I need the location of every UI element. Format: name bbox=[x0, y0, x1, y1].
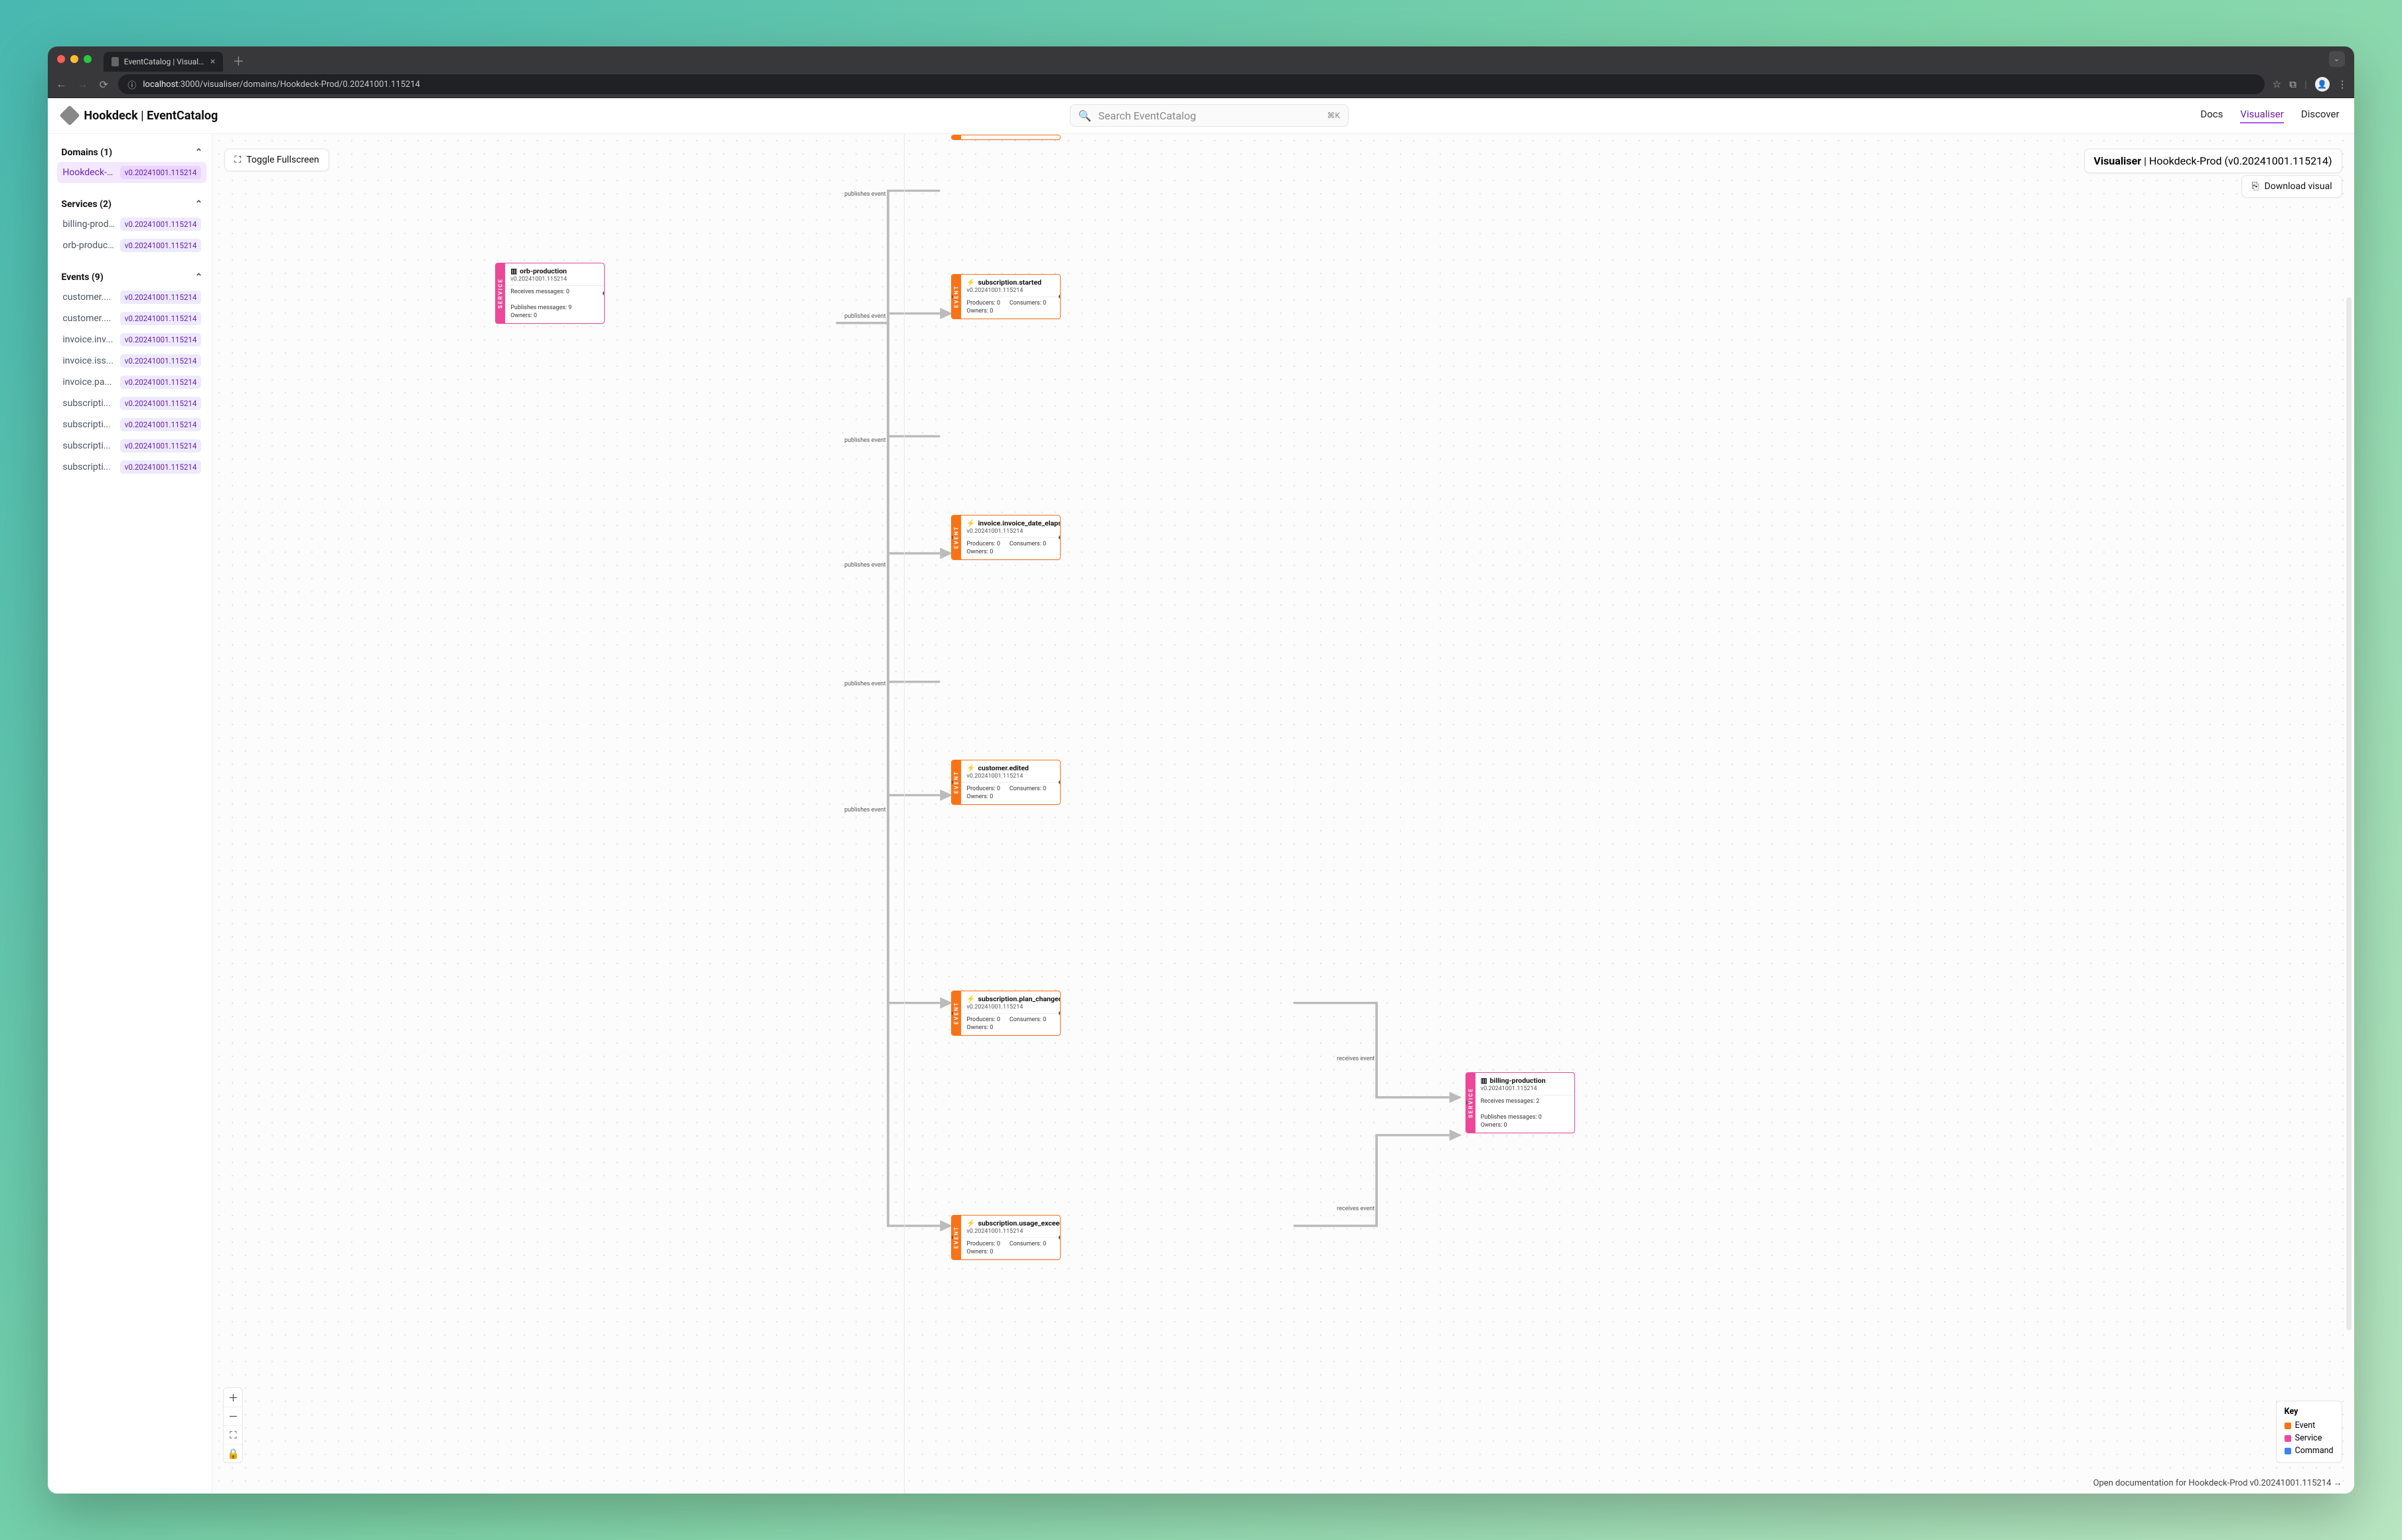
scrollbar[interactable] bbox=[2346, 297, 2352, 1331]
edge-label: receives event bbox=[1337, 1056, 1375, 1062]
bolt-icon: ⚡ bbox=[966, 1219, 975, 1227]
browser-menu-icon[interactable]: ⋮ bbox=[2338, 78, 2348, 90]
bolt-icon: ⚡ bbox=[966, 995, 975, 1003]
fit-view-button[interactable]: ⛶ bbox=[224, 1425, 242, 1444]
bolt-icon: ⚡ bbox=[966, 519, 975, 527]
sidebar-event[interactable]: invoice.inv...v0.20241001.115214 bbox=[57, 329, 206, 350]
sidebar-event[interactable]: subscripti...v0.20241001.115214 bbox=[57, 414, 206, 435]
sidebar-group-events[interactable]: Events (9) ⌃ bbox=[57, 268, 206, 287]
sidebar-service-orb[interactable]: orb-production v0.20241001.115214 bbox=[57, 235, 206, 256]
download-icon: ⎘ bbox=[2251, 181, 2259, 192]
node-service-billing-production[interactable]: SERVICE ▥billing-production v0.20241001.… bbox=[1465, 1072, 1575, 1133]
search-icon: 🔍 bbox=[1079, 109, 1092, 122]
edge-label: publishes event bbox=[844, 681, 885, 687]
sidebar-event[interactable]: subscripti...v0.20241001.115214 bbox=[57, 435, 206, 456]
top-nav: Docs Visualiser Discover bbox=[2200, 108, 2339, 123]
database-icon: ▥ bbox=[1481, 1076, 1487, 1085]
search-input[interactable]: 🔍 Search EventCatalog ⌘K bbox=[1070, 104, 1349, 127]
version-badge: v0.20241001.115214 bbox=[120, 166, 202, 179]
node-event-customer-edited[interactable]: EVENT ⚡customer.edited v0.20241001.11521… bbox=[951, 760, 1061, 805]
zoom-in-button[interactable]: ＋ bbox=[224, 1388, 242, 1407]
sidebar-service-billing[interactable]: billing-production v0.20241001.115214 bbox=[57, 214, 206, 235]
fullscreen-icon: ⛶ bbox=[234, 155, 241, 165]
lock-button[interactable]: 🔒 bbox=[224, 1444, 242, 1462]
sidebar-event[interactable]: customer....v0.20241001.115214 bbox=[57, 287, 206, 308]
site-info-icon[interactable]: ⓘ bbox=[127, 78, 136, 91]
tabs-overflow-button[interactable]: ⌄ bbox=[2329, 51, 2345, 67]
bolt-icon: ⚡ bbox=[966, 764, 975, 772]
chevron-up-icon: ⌃ bbox=[195, 272, 203, 283]
bookmark-icon[interactable]: ☆ bbox=[2273, 78, 2281, 90]
profile-avatar[interactable]: 👤 bbox=[2315, 77, 2330, 92]
address-bar: ← → ⟳ ⓘ localhost:3000/visualiser/domain… bbox=[48, 72, 2354, 98]
edge-label: receives event bbox=[1337, 1206, 1375, 1212]
event-badge: EVENT bbox=[952, 275, 961, 318]
brand-logo-icon bbox=[60, 105, 80, 126]
download-visual-button[interactable]: ⎘ Download visual bbox=[2241, 175, 2342, 198]
app-body: Domains (1) ⌃ Hookdeck-Prod v0.20241001.… bbox=[48, 134, 2354, 1494]
edge-label: publishes event bbox=[844, 562, 885, 569]
window-controls bbox=[57, 55, 92, 63]
legend: Key Event Service Command bbox=[2276, 1401, 2342, 1463]
browser-tab[interactable]: EventCatalog | Visualiser | Ho… × bbox=[104, 52, 223, 72]
app: Hookdeck | EventCatalog 🔍 Search EventCa… bbox=[48, 98, 2354, 1494]
node-event-subscription-usage-exceeded[interactable]: EVENT ⚡subscription.usage_exceeded v0.20… bbox=[951, 1215, 1061, 1260]
url-host: localhost bbox=[143, 80, 178, 90]
reload-button[interactable]: ⟳ bbox=[97, 78, 110, 91]
extensions-icon[interactable]: ⧉ bbox=[2289, 78, 2296, 90]
forward-button[interactable]: → bbox=[76, 78, 89, 91]
canvas[interactable]: ⛶ Toggle Fullscreen Visualiser | Hookdec… bbox=[212, 134, 2354, 1494]
node-event-subscription-plan-changed[interactable]: EVENT ⚡subscription.plan_changed v0.2024… bbox=[951, 991, 1061, 1036]
maximize-window-icon[interactable] bbox=[84, 55, 92, 63]
toggle-fullscreen-button[interactable]: ⛶ Toggle Fullscreen bbox=[224, 149, 329, 171]
sidebar-event[interactable]: invoice.iss...v0.20241001.115214 bbox=[57, 350, 206, 372]
brand[interactable]: Hookdeck | EventCatalog bbox=[62, 108, 218, 123]
node-event-subscription-started[interactable]: EVENT ⚡subscription.started v0.20241001.… bbox=[951, 274, 1061, 319]
sidebar-event[interactable]: invoice.pa...v0.20241001.115214 bbox=[57, 372, 206, 393]
titlebar: EventCatalog | Visualiser | Ho… × ＋ ⌄ bbox=[48, 46, 2354, 72]
sidebar-group-domains[interactable]: Domains (1) ⌃ bbox=[57, 143, 206, 162]
minimize-window-icon[interactable] bbox=[70, 55, 78, 63]
edge-label: publishes event bbox=[844, 437, 885, 444]
url-field[interactable]: ⓘ localhost:3000/visualiser/domains/Hook… bbox=[118, 74, 2264, 94]
edge-label: publishes event bbox=[844, 807, 885, 813]
service-badge: SERVICE bbox=[496, 263, 505, 323]
tab-title: EventCatalog | Visualiser | Ho… bbox=[124, 57, 205, 66]
close-tab-icon[interactable]: × bbox=[210, 56, 215, 67]
zoom-controls: ＋ － ⛶ 🔒 bbox=[223, 1387, 243, 1463]
back-button[interactable]: ← bbox=[54, 78, 68, 91]
favicon-icon bbox=[112, 57, 118, 66]
chevron-up-icon: ⌃ bbox=[195, 147, 203, 158]
zoom-out-button[interactable]: － bbox=[224, 1407, 242, 1425]
app-topbar: Hookdeck | EventCatalog 🔍 Search EventCa… bbox=[48, 98, 2354, 134]
sidebar: Domains (1) ⌃ Hookdeck-Prod v0.20241001.… bbox=[48, 134, 212, 1494]
edge-label: publishes event bbox=[844, 191, 885, 198]
node-service-orb-production[interactable]: SERVICE ▥orb-production v0.20241001.1152… bbox=[495, 263, 605, 324]
url-path: :3000/visualiser/domains/Hookdeck-Prod/0… bbox=[179, 80, 420, 90]
divider bbox=[904, 134, 905, 1494]
search-shortcut: ⌘K bbox=[1327, 111, 1340, 120]
sidebar-event[interactable]: subscripti...v0.20241001.115214 bbox=[57, 456, 206, 478]
node-event-partial[interactable] bbox=[951, 135, 1061, 140]
sidebar-event[interactable]: subscripti...v0.20241001.115214 bbox=[57, 393, 206, 414]
canvas-title: Visualiser | Hookdeck-Prod (v0.20241001.… bbox=[2084, 149, 2342, 173]
node-event-invoice-date-elapsed[interactable]: EVENT ⚡invoice.invoice_date_elapsed v0.2… bbox=[951, 515, 1061, 560]
nav-discover[interactable]: Discover bbox=[2301, 108, 2340, 123]
bolt-icon: ⚡ bbox=[966, 278, 975, 287]
graph-edges bbox=[212, 134, 2354, 1494]
database-icon: ▥ bbox=[510, 267, 517, 275]
nav-docs[interactable]: Docs bbox=[2200, 108, 2223, 123]
browser-window: EventCatalog | Visualiser | Ho… × ＋ ⌄ ← … bbox=[48, 46, 2354, 1494]
sidebar-domain-hookdeck-prod[interactable]: Hookdeck-Prod v0.20241001.115214 bbox=[57, 162, 206, 183]
sidebar-group-services[interactable]: Services (2) ⌃ bbox=[57, 195, 206, 214]
search-placeholder: Search EventCatalog bbox=[1098, 109, 1196, 122]
close-window-icon[interactable] bbox=[57, 55, 65, 63]
new-tab-button[interactable]: ＋ bbox=[232, 52, 244, 70]
brand-title: Hookdeck | EventCatalog bbox=[84, 109, 218, 123]
sidebar-event[interactable]: customer....v0.20241001.115214 bbox=[57, 308, 206, 329]
edge-label: publishes event bbox=[844, 313, 885, 320]
chevron-up-icon: ⌃ bbox=[195, 199, 203, 210]
open-documentation-link[interactable]: Open documentation for Hookdeck-Prod v0.… bbox=[2093, 1478, 2342, 1488]
nav-visualiser[interactable]: Visualiser bbox=[2240, 108, 2283, 123]
